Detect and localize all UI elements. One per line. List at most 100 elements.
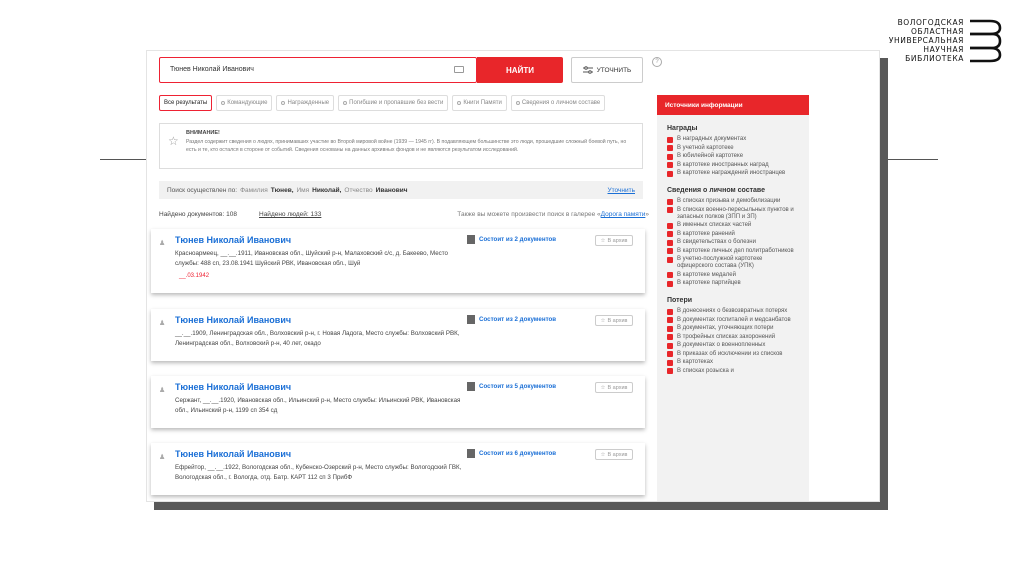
- source-filter-item[interactable]: В донесениях о безвозвратных потерях: [657, 308, 809, 315]
- result-docs[interactable]: Состоит из 2 документов: [467, 315, 556, 324]
- source-filter-item[interactable]: В списках розыска и: [657, 368, 809, 375]
- tab-label: Сведения о личном составе: [521, 100, 601, 106]
- source-filter-item[interactable]: В документах госпиталей и медсанбатов: [657, 317, 809, 324]
- source-filter-item[interactable]: В документах, уточняющих потери: [657, 325, 809, 332]
- documents-icon: [467, 449, 475, 458]
- circle-icon: [457, 101, 462, 105]
- add-to-archive-button[interactable]: ☆ В архив: [595, 382, 633, 393]
- fav-label: В архив: [607, 237, 628, 244]
- result-name[interactable]: Тюнев Николай Иванович: [175, 315, 291, 325]
- source-filter-item[interactable]: В картотеке награждений иностранцев: [657, 170, 809, 177]
- checkbox-checked-icon[interactable]: [667, 359, 673, 366]
- checkbox-checked-icon[interactable]: [667, 325, 673, 332]
- source-filter-item[interactable]: В учетно-послужной картотеке офицерского…: [657, 256, 809, 270]
- result-info: Красноармеец, __.__.1911, Ивановская обл…: [175, 250, 448, 267]
- keyboard-icon[interactable]: [454, 66, 464, 73]
- tab-label: Награжденные: [287, 100, 330, 106]
- add-to-archive-button[interactable]: ☆ В архив: [595, 235, 633, 246]
- checkbox-checked-icon[interactable]: [667, 207, 673, 213]
- checkbox-checked-icon[interactable]: [667, 351, 673, 357]
- star-icon: ☆: [600, 384, 606, 391]
- result-info: __.__.1909, Ленинградская обл., Волховск…: [175, 330, 460, 347]
- tab-fallen-missing[interactable]: Погибшие и пропавшие без вести: [338, 95, 449, 111]
- result-name[interactable]: Тюнев Николай Иванович: [175, 235, 291, 245]
- result-docs[interactable]: Состоит из 6 документов: [467, 449, 556, 458]
- source-filter-label: В списках призыва и демобилизации: [677, 198, 781, 204]
- checkbox-checked-icon[interactable]: [667, 248, 673, 254]
- fav-label: В архив: [607, 384, 628, 391]
- source-filter-label: В юбилейной картотеке: [677, 153, 744, 159]
- checkbox-checked-icon[interactable]: [667, 145, 673, 151]
- gallery-link[interactable]: Дорога памяти: [601, 211, 646, 218]
- result-docs[interactable]: Состоит из 2 документов: [467, 235, 556, 244]
- tab-personnel[interactable]: Сведения о личном составе: [510, 95, 606, 111]
- source-filter-item[interactable]: В юбилейной картотеке: [657, 153, 809, 160]
- result-card[interactable]: ♟ Тюнев Николай Иванович Сержант, __.__.…: [151, 376, 645, 428]
- source-filter-item[interactable]: В списках военно-пересыльных пунктов и з…: [657, 207, 809, 221]
- source-filter-item[interactable]: В картотеке медалей: [657, 272, 809, 279]
- checkbox-checked-icon[interactable]: [667, 222, 673, 229]
- add-to-archive-button[interactable]: ☆ В архив: [595, 449, 633, 460]
- refine-button[interactable]: УТОЧНИТЬ: [571, 57, 643, 83]
- sidebar-group-title: Награды: [667, 125, 698, 132]
- source-filter-item[interactable]: В свидетельствах о болезни: [657, 239, 809, 246]
- documents-count[interactable]: Найдено документов: 108: [159, 211, 237, 218]
- tab-all-results[interactable]: Все результаты: [159, 95, 213, 111]
- checkbox-checked-icon[interactable]: [667, 170, 673, 177]
- result-docs[interactable]: Состоит из 5 документов: [467, 382, 556, 391]
- result-card[interactable]: ♟ Тюнев Николай Иванович Красноармеец, _…: [151, 229, 645, 293]
- checkbox-checked-icon[interactable]: [667, 308, 673, 315]
- notice-text: Раздел содержит сведения о людях, приним…: [186, 139, 627, 153]
- tab-memory-books[interactable]: Книги Памяти: [452, 95, 507, 111]
- checkbox-checked-icon[interactable]: [667, 153, 673, 160]
- checkbox-checked-icon[interactable]: [667, 368, 673, 374]
- result-name[interactable]: Тюнев Николай Иванович: [175, 382, 291, 392]
- criteria-surname-label: Фамилия: [240, 186, 268, 194]
- source-filter-item[interactable]: В картотеке личных дел политработников: [657, 248, 809, 255]
- checkbox-checked-icon[interactable]: [667, 162, 673, 168]
- checkbox-checked-icon[interactable]: [667, 239, 673, 246]
- find-button[interactable]: НАЙТИ: [477, 57, 563, 83]
- source-filter-item[interactable]: В картотеке иностранных наград: [657, 162, 809, 169]
- source-filter-label: В учетно-послужной картотеке офицерского…: [677, 256, 763, 269]
- criteria-surname: Тюнев,: [270, 186, 294, 194]
- checkbox-checked-icon[interactable]: [667, 272, 673, 278]
- source-filter-item[interactable]: В картотеках: [657, 359, 809, 366]
- sources-sidebar: Источники информации Награды В наградных …: [657, 95, 809, 501]
- fav-label: В архив: [607, 451, 628, 458]
- result-info: Сержант, __.__.1920, Ивановская обл., Ил…: [175, 397, 461, 414]
- tab-awarded[interactable]: Награжденные: [276, 95, 335, 111]
- source-filter-item[interactable]: В трофейных списках захоронений: [657, 334, 809, 341]
- checkbox-checked-icon[interactable]: [667, 198, 673, 205]
- search-input[interactable]: Тюнев Николай Иванович: [159, 57, 477, 83]
- result-name[interactable]: Тюнев Николай Иванович: [175, 449, 291, 459]
- result-counts: Найдено документов: 108 Найдено людей: 1…: [159, 211, 649, 218]
- result-card[interactable]: ♟ Тюнев Николай Иванович __.__.1909, Лен…: [151, 309, 645, 361]
- help-icon[interactable]: ?: [652, 57, 662, 67]
- refine-link[interactable]: Уточнить: [608, 187, 635, 194]
- fav-label: В архив: [607, 317, 628, 324]
- star-icon: ☆: [168, 134, 179, 148]
- tab-label: Погибшие и пропавшие без вести: [349, 100, 444, 106]
- person-icon: ♟: [159, 387, 166, 394]
- add-to-archive-button[interactable]: ☆ В архив: [595, 315, 633, 326]
- source-filter-item[interactable]: В документах о военнопленных: [657, 342, 809, 349]
- refine-button-label: УТОЧНИТЬ: [596, 66, 632, 74]
- checkbox-checked-icon[interactable]: [667, 334, 673, 340]
- checkbox-checked-icon[interactable]: [667, 342, 673, 349]
- checkbox-checked-icon[interactable]: [667, 317, 673, 323]
- people-count[interactable]: Найдено людей: 133: [259, 211, 321, 218]
- tab-commanders[interactable]: Командующие: [216, 95, 273, 111]
- source-filter-item[interactable]: В списках призыва и демобилизации: [657, 198, 809, 205]
- source-filter-item[interactable]: В приказах об исключении из списков: [657, 351, 809, 358]
- checkbox-checked-icon[interactable]: [667, 256, 673, 263]
- checkbox-checked-icon[interactable]: [667, 136, 673, 143]
- source-filter-item[interactable]: В наградных документах: [657, 136, 809, 143]
- result-card[interactable]: ♟ Тюнев Николай Иванович Ефрейтор, __.__…: [151, 443, 645, 495]
- source-filter-item[interactable]: В картотеке партийцев: [657, 280, 809, 287]
- source-filter-item[interactable]: В учетной картотеке: [657, 145, 809, 152]
- source-filter-item[interactable]: В картотеке ранений: [657, 231, 809, 238]
- checkbox-checked-icon[interactable]: [667, 231, 673, 237]
- checkbox-checked-icon[interactable]: [667, 280, 673, 287]
- source-filter-item[interactable]: В именных списках частей: [657, 222, 809, 229]
